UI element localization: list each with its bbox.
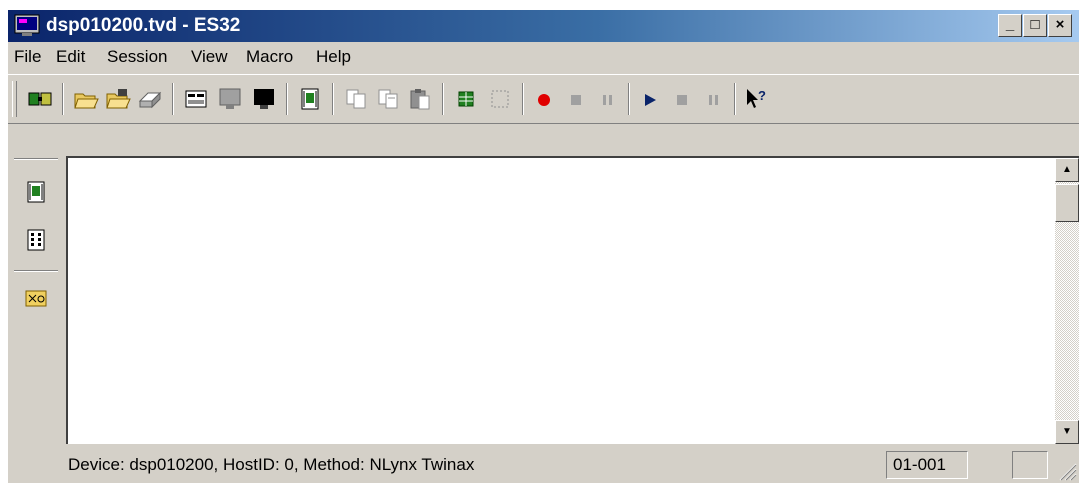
scroll-up-button[interactable]: ▲ [1055,158,1079,182]
copy-icon[interactable] [342,85,370,113]
cursor-position: 01-001 [886,451,968,479]
menu-macro[interactable]: Macro [246,46,293,68]
display-panel-icon[interactable] [22,178,50,206]
vertical-scrollbar[interactable]: ▲ ▼ [1055,158,1079,444]
stop-record-icon[interactable] [562,85,590,113]
menu-view[interactable]: View [191,46,228,68]
print-icon[interactable] [136,85,164,113]
menu-session[interactable]: Session [107,46,167,68]
select-all-icon[interactable] [486,85,514,113]
paste-icon[interactable] [406,85,434,113]
toolbar-separator [172,83,174,115]
menu-bar: File Edit Session View Macro Help [8,42,1079,70]
window-title: dsp010200.tvd - ES32 [46,15,241,36]
menu-file[interactable]: File [14,46,41,68]
minimize-button[interactable]: _ [998,14,1022,37]
device-status: Device: dsp010200, HostID: 0, Method: NL… [68,455,475,474]
app-window: dsp010200.tvd - ES32 _ □ × File Edit Ses… [8,10,1079,483]
screen-black-icon[interactable] [250,85,278,113]
toolbar-separator [522,83,524,115]
main-toolbar: ? [8,74,1079,124]
record-icon[interactable] [530,85,558,113]
status-indicator [1012,451,1048,479]
pause-record-icon[interactable] [594,85,622,113]
close-button[interactable]: × [1048,14,1072,37]
app-icon[interactable] [14,14,40,38]
menu-help[interactable]: Help [316,46,351,68]
resize-grip-icon[interactable] [1055,459,1077,481]
stop-play-icon[interactable] [668,85,696,113]
play-icon[interactable] [636,85,664,113]
toolbar-separator [734,83,736,115]
toolbar-separator [62,83,64,115]
scroll-down-button[interactable]: ▼ [1055,420,1079,444]
open-folder-icon[interactable] [72,85,100,113]
left-toolbar-grip[interactable] [14,158,58,160]
open-session-icon[interactable] [104,85,132,113]
svg-text:?: ? [758,88,766,103]
green-grid-icon[interactable] [452,85,480,113]
keypad-panel-icon[interactable] [22,226,50,254]
toolbar-separator [442,83,444,115]
connect-icon[interactable] [26,85,54,113]
maximize-button[interactable]: □ [1023,14,1047,37]
toolbar-separator [332,83,334,115]
print-screen-icon[interactable] [182,85,210,113]
display-panel-icon[interactable] [296,85,324,113]
hotspot-icon[interactable] [22,284,50,312]
scroll-thumb[interactable] [1055,184,1079,222]
title-bar[interactable]: dsp010200.tvd - ES32 _ □ × [8,10,1079,42]
toolbar-separator [628,83,630,115]
toolbar-separator [286,83,288,115]
copy-append-icon[interactable] [374,85,402,113]
context-help-icon[interactable]: ? [742,85,770,113]
left-toolbar [8,156,66,452]
status-bar: Device: dsp010200, HostID: 0, Method: NL… [8,446,1079,483]
menu-edit[interactable]: Edit [56,46,85,68]
toolbar-grip[interactable] [12,81,17,117]
screen-gray-icon[interactable] [216,85,244,113]
left-toolbar-separator [14,270,58,272]
terminal-screen[interactable]: ▲ ▼ [66,156,1079,444]
pause-play-icon[interactable] [700,85,728,113]
